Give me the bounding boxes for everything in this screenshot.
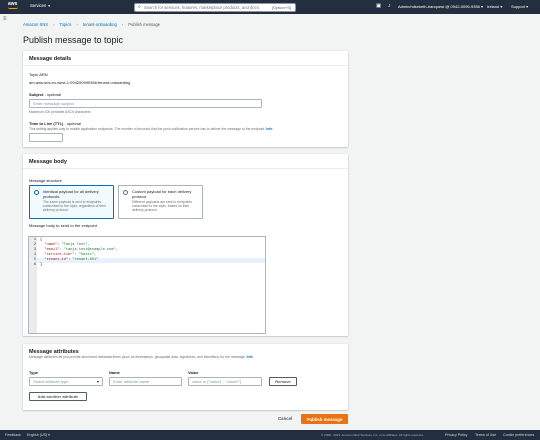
region-selector[interactable]: Ireland ▾: [487, 4, 502, 9]
message-structure-label: Message structure: [29, 178, 62, 183]
copyright-text: © 2008 - 2021, Amazon Web Services, Inc.…: [321, 433, 424, 437]
caret-down-icon: ▾: [96, 379, 99, 384]
attributes-info-link[interactable]: Info: [247, 355, 253, 359]
region-label: Ireland: [487, 4, 500, 9]
breadcrumb-link-sns[interactable]: Amazon SNS: [23, 22, 48, 27]
global-search[interactable]: ⌕ [Option+S]: [134, 2, 296, 12]
aws-logo[interactable]: aws: [8, 2, 22, 12]
radio-selected-icon: [34, 190, 39, 195]
aws-smile-icon: [8, 7, 18, 9]
top-navigation-bar: aws Services ▾ ⌕ [Option+S] ▣ ♪ Admin/mi…: [0, 0, 540, 14]
language-selector[interactable]: English (US) ▾: [27, 433, 50, 437]
payload-option-custom-title: Custom payload for each delivery protoco…: [132, 189, 192, 199]
code-value: "basic",: [78, 253, 97, 257]
support-menu[interactable]: Support ▾: [511, 4, 528, 9]
add-attribute-button[interactable]: Add another attribute: [29, 392, 87, 401]
account-label: Admin/mikeketh-banquest @ 0942-0099-9356: [398, 4, 480, 9]
attribute-value-input[interactable]: [188, 377, 262, 386]
message-body-editor[interactable]: 1 { 2 "name": "Tanja Test", 3 "email": "…: [28, 236, 266, 334]
code-value: "Tanja Test",: [61, 243, 90, 247]
code-key: "service-tier": [44, 253, 75, 257]
topic-arn-value: arn:aws:sns:eu-west-1:094200999356:tenan…: [29, 80, 131, 85]
subject-optional: - optional: [44, 92, 62, 97]
chevron-right-icon: ›: [53, 22, 55, 27]
line-number: 6: [33, 263, 36, 267]
payload-option-identical-title: Identical payload for all delivery proto…: [43, 189, 99, 199]
subject-hint: Maximum 100 printable ASCII characters: [29, 110, 91, 114]
aws-logo-text: aws: [8, 1, 18, 7]
topic-arn-label: Topic ARN: [29, 72, 48, 77]
attribute-name-label: Name: [109, 370, 120, 375]
ttl-hint-text: This setting applies only to mobile appl…: [29, 127, 266, 131]
feedback-link[interactable]: Feedback: [5, 433, 21, 437]
ttl-input[interactable]: [29, 133, 63, 142]
attribute-type-select[interactable]: Select attribute type ▾: [29, 377, 103, 386]
breadcrumb-link-topic[interactable]: tenant-onboarding: [83, 22, 117, 27]
code-key: "name": [44, 243, 58, 247]
attributes-hint: Message attributes let you provide struc…: [29, 355, 253, 359]
breadcrumb: Amazon SNS › Topics › tenant-onboarding …: [23, 22, 160, 27]
subject-input[interactable]: [29, 99, 262, 108]
message-body-editor-label: Message body to send to the endpoint: [29, 223, 97, 228]
language-label: English (US): [27, 433, 48, 437]
ttl-hint: This setting applies only to mobile appl…: [29, 127, 329, 131]
message-attributes-panel: Message attributes Message attributes le…: [23, 344, 348, 410]
services-label: Services: [30, 3, 47, 8]
chevron-right-icon: ›: [121, 22, 124, 27]
account-menu[interactable]: Admin/mikeketh-banquest @ 0942-0099-9356…: [398, 4, 483, 9]
page-title: Publish message to topic: [23, 35, 124, 45]
privacy-policy-link[interactable]: Privacy Policy: [445, 433, 467, 437]
subject-label: Subject - optional: [29, 92, 61, 97]
payload-option-custom-desc: Different payloads are sent to endpoints…: [132, 199, 192, 212]
breadcrumb-link-topics[interactable]: Topics: [60, 22, 72, 27]
message-body-panel: Message body Message structure Identical…: [23, 154, 348, 336]
code-value: "tenant-001": [72, 258, 99, 262]
chevron-right-icon: ›: [76, 22, 78, 27]
cloudshell-icon[interactable]: ▣: [376, 3, 381, 9]
message-details-heading: Message details: [23, 51, 348, 66]
search-icon: ⌕: [138, 4, 141, 10]
terms-of-use-link[interactable]: Terms of Use: [475, 433, 496, 437]
cancel-button[interactable]: Cancel: [278, 416, 292, 421]
breadcrumb-current: Publish message: [128, 22, 161, 27]
ttl-label-text: Time to Live (TTL): [29, 121, 64, 126]
services-menu[interactable]: Services ▾: [30, 3, 50, 8]
chevron-down-icon: ▾: [48, 3, 51, 8]
search-input[interactable]: [143, 4, 272, 10]
subject-label-text: Subject: [29, 92, 44, 97]
remove-attribute-button[interactable]: Remove: [269, 377, 297, 386]
search-shortcut-hint: [Option+S]: [271, 4, 291, 10]
code-value: "tanja.test@example.com",: [63, 248, 118, 252]
code-text: }: [40, 263, 43, 267]
radio-unselected-icon: [123, 190, 128, 195]
payload-option-custom[interactable]: Custom payload for each delivery protoco…: [118, 185, 203, 219]
attributes-hint-text: Message attributes let you provide struc…: [29, 355, 246, 359]
publish-message-button[interactable]: Publish message: [301, 414, 348, 424]
attribute-name-input[interactable]: [109, 377, 182, 386]
code-key: "email": [44, 248, 60, 252]
cookie-preferences-link[interactable]: Cookie preferences: [503, 433, 534, 437]
hamburger-menu-icon[interactable]: ≡: [3, 16, 7, 22]
code-line: 6 }: [29, 263, 265, 268]
support-label: Support: [511, 4, 526, 9]
ttl-info-link[interactable]: Info: [266, 127, 272, 131]
message-body-heading: Message body: [23, 154, 348, 169]
attribute-type-placeholder: Select attribute type: [33, 379, 69, 384]
ttl-optional: - optional: [64, 121, 81, 126]
message-details-panel: Message details Topic ARN arn:aws:sns:eu…: [23, 51, 348, 147]
payload-option-identical-desc: The same payload is sent to endpoints su…: [43, 199, 106, 212]
payload-option-identical[interactable]: Identical payload for all delivery proto…: [29, 185, 114, 219]
ttl-label: Time to Live (TTL) - optional: [29, 121, 81, 126]
notifications-bell-icon[interactable]: ♪: [388, 3, 391, 9]
attribute-value-label: Value: [188, 370, 199, 375]
attribute-type-label: Type: [29, 370, 39, 375]
code-key: "tenant-id": [44, 258, 69, 262]
console-footer: Feedback English (US) ▾ © 2008 - 2021, A…: [0, 430, 540, 440]
